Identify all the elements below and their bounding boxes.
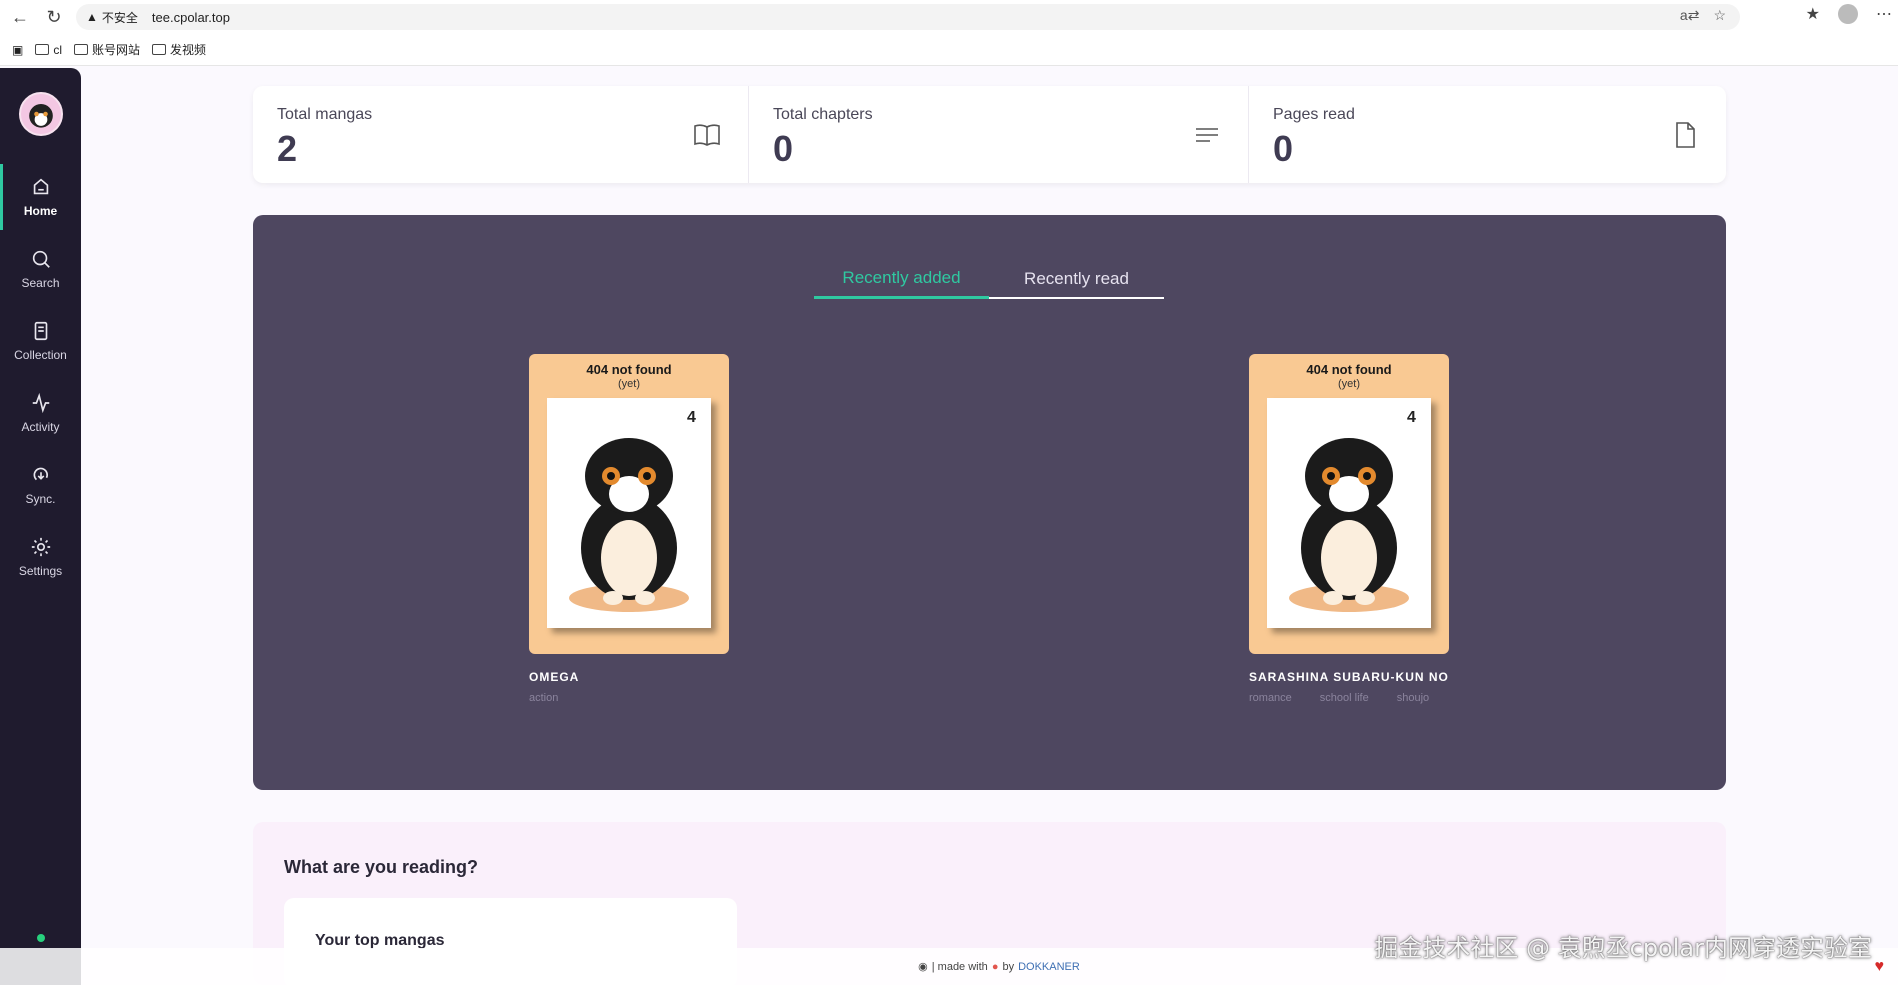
stat-pages-read: Pages read 0 — [1249, 86, 1726, 183]
manga-title[interactable]: OMEGA — [529, 670, 729, 684]
lines-icon — [1196, 128, 1218, 142]
manga-card[interactable]: 404 not found (yet) 4 — [529, 354, 729, 704]
sidebar-item-settings[interactable]: Settings — [0, 524, 81, 590]
stat-value: 2 — [277, 128, 298, 169]
app-logo[interactable] — [19, 92, 63, 136]
manga-genres: action — [529, 692, 729, 704]
bookmark-folder-2[interactable]: 账号网站 — [74, 41, 140, 58]
stat-value: 0 — [1273, 128, 1294, 169]
sidebar-item-sync[interactable]: Sync. — [0, 452, 81, 518]
genre-tag[interactable]: romance — [1249, 692, 1292, 704]
security-label: 不安全 — [101, 10, 138, 25]
search-icon — [32, 250, 50, 268]
bookmarks-bar: ▣ cl 账号网站 发视频 — [0, 34, 1898, 66]
cat-illustration: 4 — [1267, 398, 1431, 628]
folder-icon — [152, 44, 167, 55]
sidebar: Home Search Collection Activity Sync. Se… — [0, 68, 81, 985]
online-status-dot — [37, 934, 45, 942]
book-open-icon — [694, 124, 720, 146]
sidebar-item-label: Search — [21, 276, 60, 290]
cat-illustration: 4 — [547, 398, 711, 628]
tab-recently-added[interactable]: Recently added — [814, 259, 989, 299]
bookmarks-icon[interactable]: ▣ — [12, 43, 23, 57]
manga-title[interactable]: SARASHINA SUBARU-KUN NO — [1249, 670, 1449, 684]
genre-tag[interactable]: school life — [1320, 692, 1369, 704]
recent-tabs: Recently added Recently read — [814, 259, 1164, 299]
cover-placeholder-title: 404 not found — [1306, 362, 1392, 377]
activity-icon — [32, 392, 49, 414]
collection-icon — [34, 321, 47, 341]
folder-icon — [35, 44, 50, 55]
warning-icon: ▲ — [86, 10, 98, 24]
stat-label: Total chapters — [773, 106, 873, 123]
manga-cover[interactable]: 404 not found (yet) 4 — [529, 354, 729, 654]
folder-icon — [74, 44, 89, 55]
sidebar-item-search[interactable]: Search — [0, 236, 81, 302]
svg-text:4: 4 — [687, 409, 696, 426]
watermark: 掘金技术社区 @ 袁煦丞cpolar内网穿透实验室 — [1374, 934, 1872, 962]
favorites-icon[interactable]: ★ — [1806, 4, 1820, 24]
sidebar-item-home[interactable]: Home — [0, 164, 81, 230]
address-bar[interactable]: ▲ 不安全 tee.cpolar.top a⇄ ☆ — [76, 4, 1740, 30]
recent-panel: Recently added Recently read 404 not fou… — [253, 215, 1726, 790]
cover-placeholder-sub: (yet) — [1338, 378, 1360, 390]
sync-icon — [33, 467, 48, 481]
footer-by: by — [1002, 960, 1015, 973]
sidebar-item-collection[interactable]: Collection — [0, 308, 81, 374]
browser-toolbar: ← ↻ ▲ 不安全 tee.cpolar.top a⇄ ☆ ★ ⋯ — [0, 0, 1898, 34]
more-icon[interactable]: ⋯ — [1876, 4, 1892, 24]
stat-total-chapters: Total chapters 0 — [749, 86, 1249, 183]
sidebar-item-label: Activity — [21, 420, 60, 434]
sidebar-item-label: Sync. — [25, 492, 56, 506]
stat-total-mangas: Total mangas 2 — [253, 86, 749, 183]
cover-placeholder-sub: (yet) — [618, 378, 640, 390]
footer-made-with: | made with — [931, 960, 988, 973]
author-link[interactable]: DOKKANER — [1018, 961, 1080, 973]
star-icon[interactable]: ☆ — [1713, 7, 1726, 24]
sidebar-item-label: Settings — [18, 564, 63, 578]
heart-icon: ♥ — [1874, 958, 1885, 975]
profile-avatar[interactable] — [1838, 4, 1858, 24]
manga-cover[interactable]: 404 not found (yet) 4 — [1249, 354, 1449, 654]
stat-label: Pages read — [1273, 106, 1355, 123]
gear-icon — [31, 537, 50, 557]
github-icon[interactable]: ◉ — [918, 960, 928, 973]
file-icon — [1676, 122, 1695, 148]
genre-tag[interactable]: shoujo — [1397, 692, 1429, 704]
stat-value: 0 — [773, 128, 794, 169]
sidebar-item-label: Home — [23, 204, 58, 218]
manga-genres: romance school life shoujo — [1249, 692, 1449, 704]
tab-recently-read[interactable]: Recently read — [989, 259, 1164, 299]
sidebar-item-activity[interactable]: Activity — [0, 380, 81, 446]
manga-card[interactable]: 404 not found (yet) 4 — [1249, 354, 1449, 704]
sidebar-item-label: Collection — [14, 348, 67, 362]
bookmark-folder-3[interactable]: 发视频 — [152, 41, 206, 58]
section-heading: What are you reading? — [284, 857, 479, 877]
stat-label: Total mangas — [277, 106, 373, 123]
back-icon[interactable]: ← — [6, 3, 34, 31]
translate-icon[interactable]: a⇄ — [1680, 7, 1700, 24]
home-icon — [33, 178, 48, 195]
cover-placeholder-title: 404 not found — [586, 362, 672, 377]
paw-icon: ● — [991, 960, 999, 973]
url-text[interactable]: tee.cpolar.top — [152, 10, 230, 25]
bookmark-folder-1[interactable]: cl — [35, 43, 62, 57]
genre-tag[interactable]: action — [529, 692, 558, 704]
reload-icon[interactable]: ↻ — [40, 3, 68, 31]
stats-bar: Total mangas 2 Total chapters 0 Pages re… — [253, 86, 1726, 183]
svg-text:4: 4 — [1407, 409, 1416, 426]
